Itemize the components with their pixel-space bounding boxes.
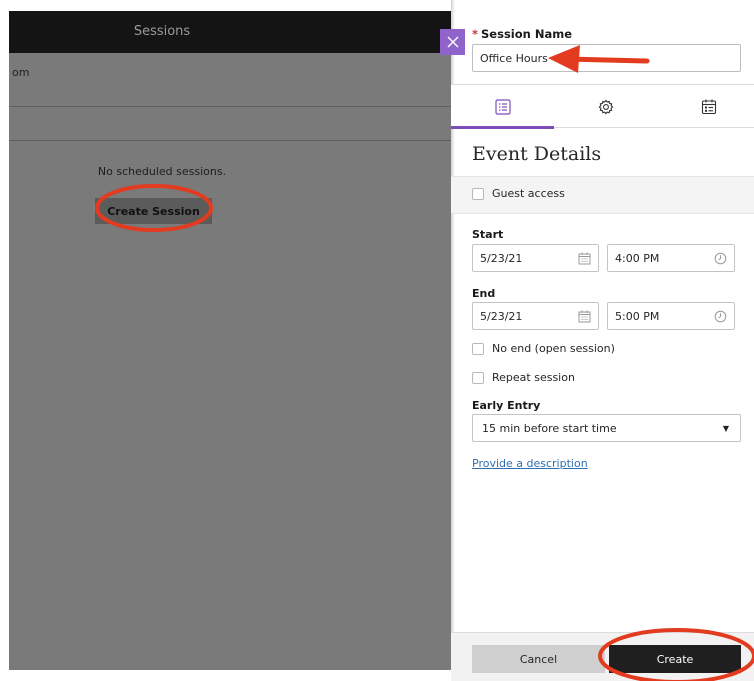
start-time-value: 4:00 PM (615, 251, 660, 265)
start-label: Start (472, 228, 504, 241)
session-name-input[interactable] (472, 44, 741, 72)
divider (9, 140, 451, 141)
tab-session-settings[interactable] (554, 85, 657, 128)
start-time-input[interactable]: 4:00 PM (607, 244, 735, 272)
close-drawer-button[interactable] (440, 29, 465, 55)
early-entry-select[interactable]: 15 min before start time ▼ (472, 414, 741, 442)
create-button[interactable]: Create (609, 645, 741, 673)
room-label: om (12, 66, 30, 79)
session-name-label: * Session Name (472, 27, 572, 41)
no-end-label: No end (open session) (492, 342, 615, 355)
clock-icon[interactable] (714, 252, 727, 265)
clock-icon[interactable] (714, 310, 727, 323)
tab-event-details[interactable] (451, 85, 554, 129)
end-date-value: 5/23/21 (480, 309, 523, 323)
calendar-icon[interactable] (578, 252, 591, 265)
close-icon (447, 36, 458, 48)
end-time-value: 5:00 PM (615, 309, 660, 323)
calendar-icon[interactable] (578, 310, 591, 323)
early-entry-label: Early Entry (472, 399, 541, 412)
early-entry-value: 15 min before start time (482, 421, 617, 435)
top-margin (0, 0, 451, 11)
guest-access-checkbox[interactable]: Guest access (472, 187, 565, 200)
start-date-value: 5/23/21 (480, 251, 523, 265)
provide-description-link[interactable]: Provide a description (472, 457, 588, 470)
chevron-down-icon: ▼ (722, 423, 729, 433)
sessions-panel-overlay: Sessions om No scheduled sessions. Creat… (9, 11, 451, 670)
checkbox-box[interactable] (472, 342, 484, 355)
start-date-input[interactable]: 5/23/21 (472, 244, 599, 272)
cancel-button[interactable]: Cancel (472, 645, 605, 673)
repeat-session-checkbox[interactable]: Repeat session (472, 371, 575, 384)
drawer-tabs (451, 84, 754, 129)
create-session-button[interactable]: Create Session (95, 198, 212, 224)
content-sharing-icon (701, 99, 716, 114)
end-time-input[interactable]: 5:00 PM (607, 302, 735, 330)
bottom-margin (0, 670, 451, 681)
no-end-checkbox[interactable]: No end (open session) (472, 342, 615, 355)
end-label: End (472, 287, 496, 300)
settings-gear-icon (598, 99, 613, 114)
end-date-input[interactable]: 5/23/21 (472, 302, 599, 330)
divider (9, 106, 451, 107)
checkbox-box[interactable] (472, 371, 484, 384)
repeat-session-label: Repeat session (492, 371, 575, 384)
tab-content-sharing[interactable] (657, 85, 754, 128)
sessions-header-title: Sessions (133, 24, 191, 39)
sessions-header: Sessions (9, 11, 451, 53)
required-marker: * (472, 27, 479, 41)
event-details-icon (494, 98, 511, 115)
guest-access-label: Guest access (492, 187, 565, 200)
section-title: Event Details (472, 143, 602, 165)
session-name-label-text: Session Name (481, 27, 572, 41)
checkbox-box[interactable] (472, 187, 484, 200)
empty-sessions-message: No scheduled sessions. (97, 165, 227, 178)
